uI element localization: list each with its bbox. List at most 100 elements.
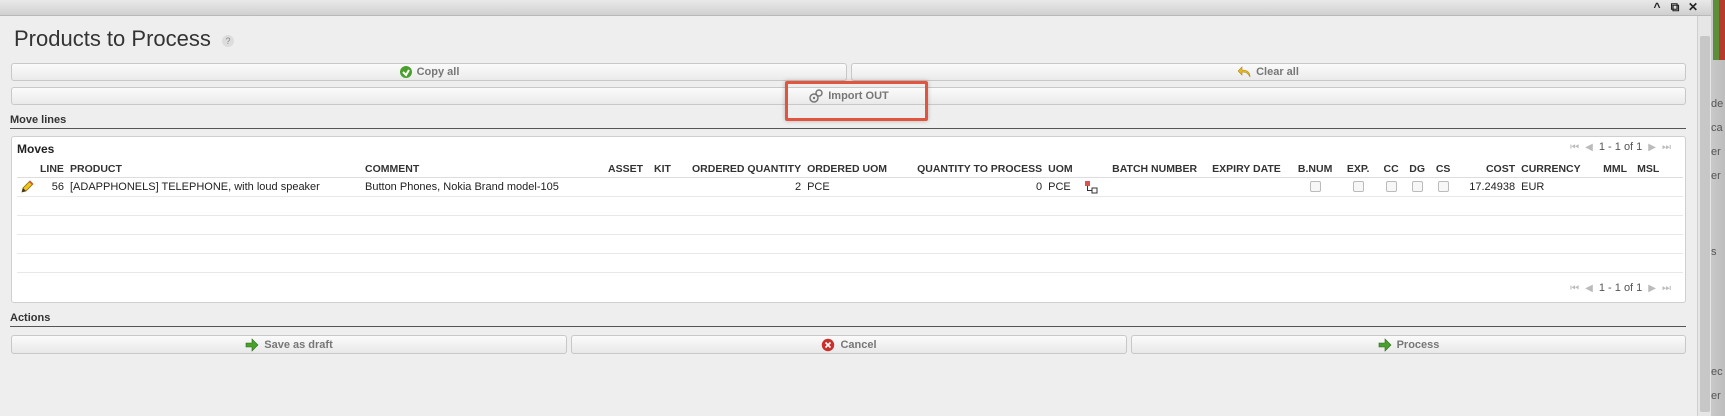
- save-as-draft-label: Save as draft: [264, 338, 333, 351]
- col-comment[interactable]: COMMENT: [362, 161, 605, 178]
- split-line-icon[interactable]: [1084, 180, 1098, 194]
- cs-cell: [1430, 177, 1457, 197]
- window-title-bar: ^ ⧉ ✕: [0, 0, 1725, 16]
- msl-cell: [1634, 177, 1683, 197]
- col-expiry-date[interactable]: EXPIRY DATE: [1209, 161, 1293, 178]
- exp-cell: [1338, 177, 1379, 197]
- pager-info: 1 - 1 of 1: [1598, 282, 1643, 294]
- bnum-cell: [1292, 177, 1339, 197]
- close-icon[interactable]: ✕: [1687, 1, 1699, 14]
- dg-checkbox[interactable]: [1411, 181, 1423, 193]
- import-out-label: Import OUT: [828, 90, 889, 102]
- split-cell[interactable]: [1081, 177, 1110, 197]
- col-batch-number[interactable]: BATCH NUMBER: [1109, 161, 1210, 178]
- minimize-icon[interactable]: ^: [1651, 1, 1663, 14]
- col-product[interactable]: PRODUCT: [67, 161, 362, 178]
- background-text-fragment: er: [1711, 390, 1721, 402]
- cancel-button[interactable]: Cancel: [571, 335, 1127, 354]
- col-cs[interactable]: CS: [1430, 161, 1457, 178]
- popout-icon[interactable]: ⧉: [1669, 1, 1681, 14]
- col-line[interactable]: LINE: [37, 161, 67, 178]
- col-uom[interactable]: UOM: [1045, 161, 1082, 178]
- clear-all-button[interactable]: Clear all: [851, 63, 1686, 81]
- col-asset[interactable]: ASSET: [605, 161, 651, 178]
- bnum-checkbox[interactable]: [1309, 181, 1321, 193]
- col-mml[interactable]: MML: [1600, 161, 1635, 178]
- move-lines-heading: Move lines: [10, 114, 67, 126]
- currency-cell: EUR: [1518, 177, 1601, 197]
- empty-row: [17, 253, 1683, 273]
- first-page-icon[interactable]: ⏮: [1570, 142, 1579, 153]
- edit-cell[interactable]: [17, 177, 37, 197]
- cc-checkbox[interactable]: [1385, 181, 1397, 193]
- kit-cell: [651, 177, 689, 197]
- actions-heading: Actions: [10, 312, 51, 324]
- comment-cell: Button Phones, Nokia Brand model-105: [362, 177, 605, 197]
- col-bnum[interactable]: B.NUM: [1292, 161, 1339, 178]
- copy-arrow-icon: [399, 66, 412, 78]
- last-page-icon[interactable]: ⏭: [1662, 142, 1671, 153]
- save-as-draft-button[interactable]: Save as draft: [11, 335, 567, 354]
- process-label: Process: [1396, 338, 1440, 351]
- pager-info: 1 - 1 of 1: [1598, 141, 1643, 153]
- exp-checkbox[interactable]: [1352, 181, 1364, 193]
- top-pager: ⏮ ◀ 1 - 1 of 1 ▶ ⏭: [1570, 141, 1671, 153]
- quantity-to-process-cell: 0: [914, 177, 1046, 197]
- expiry-date-cell: [1209, 177, 1293, 197]
- col-cc[interactable]: CC: [1378, 161, 1405, 178]
- pencil-icon[interactable]: [20, 179, 34, 194]
- process-button[interactable]: Process: [1131, 335, 1686, 354]
- background-text-fragment: er: [1711, 146, 1721, 158]
- ordered-uom-cell: PCE: [804, 177, 915, 197]
- undo-arrow-icon: [1238, 66, 1251, 78]
- moves-grid: Moves ⏮ ◀ 1 - 1 of 1 ▶ ⏭ LINE PRODUCT CO…: [11, 136, 1686, 303]
- uom-cell: PCE: [1045, 177, 1082, 197]
- page-title: Products to Process: [14, 26, 211, 51]
- cancel-label: Cancel: [840, 338, 877, 351]
- help-icon[interactable]: ?: [222, 35, 234, 47]
- bottom-pager: ⏮ ◀ 1 - 1 of 1 ▶ ⏭: [1570, 282, 1671, 294]
- col-ordered-quantity[interactable]: ORDERED QUANTITY: [689, 161, 805, 178]
- cancel-icon: [822, 338, 835, 351]
- cs-checkbox[interactable]: [1437, 181, 1449, 193]
- table-row[interactable]: 56 [ADAPPHONELS] TELEPHONE, with loud sp…: [17, 177, 1683, 197]
- prev-page-icon[interactable]: ◀: [1585, 283, 1593, 294]
- background-text-fragment: s: [1711, 246, 1717, 258]
- col-msl[interactable]: MSL: [1634, 161, 1683, 178]
- empty-row: [17, 215, 1683, 235]
- col-kit[interactable]: KIT: [651, 161, 689, 178]
- copy-all-button[interactable]: Copy all: [11, 63, 847, 81]
- copy-all-label: Copy all: [416, 66, 460, 78]
- empty-row: [17, 196, 1683, 216]
- col-split: [1081, 161, 1110, 178]
- background-text-fragment: ca: [1711, 122, 1723, 134]
- first-page-icon[interactable]: ⏮: [1570, 283, 1579, 294]
- moves-table: LINE PRODUCT COMMENT ASSET KIT ORDERED Q…: [17, 161, 1683, 273]
- ordered-quantity-cell: 2: [689, 177, 805, 197]
- col-quantity-to-process[interactable]: QUANTITY TO PROCESS: [914, 161, 1046, 178]
- product-cell: [ADAPPHONELS] TELEPHONE, with loud speak…: [67, 177, 362, 197]
- empty-row: [17, 234, 1683, 254]
- next-page-icon[interactable]: ▶: [1648, 142, 1656, 153]
- col-exp[interactable]: EXP.: [1338, 161, 1379, 178]
- asset-cell: [605, 177, 651, 197]
- col-cost[interactable]: COST: [1456, 161, 1519, 178]
- table-header-row: LINE PRODUCT COMMENT ASSET KIT ORDERED Q…: [17, 161, 1683, 178]
- last-page-icon[interactable]: ⏭: [1662, 283, 1671, 294]
- move-lines-divider: [10, 128, 1686, 129]
- col-currency[interactable]: CURRENCY: [1518, 161, 1601, 178]
- scrollbar-thumb[interactable]: [1700, 36, 1710, 412]
- background-text-fragment: ec: [1711, 366, 1723, 378]
- mml-cell: [1600, 177, 1635, 197]
- vertical-scrollbar[interactable]: [1697, 16, 1711, 416]
- col-dg[interactable]: DG: [1404, 161, 1431, 178]
- actions-divider: [10, 326, 1686, 327]
- next-page-icon[interactable]: ▶: [1648, 283, 1656, 294]
- background-text-fragment: er: [1711, 170, 1721, 182]
- cc-cell: [1378, 177, 1405, 197]
- line-cell: 56: [37, 177, 67, 197]
- import-gears-icon: [809, 89, 823, 103]
- import-out-button[interactable]: Import OUT: [11, 87, 1686, 105]
- prev-page-icon[interactable]: ◀: [1585, 142, 1593, 153]
- col-ordered-uom[interactable]: ORDERED UOM: [804, 161, 915, 178]
